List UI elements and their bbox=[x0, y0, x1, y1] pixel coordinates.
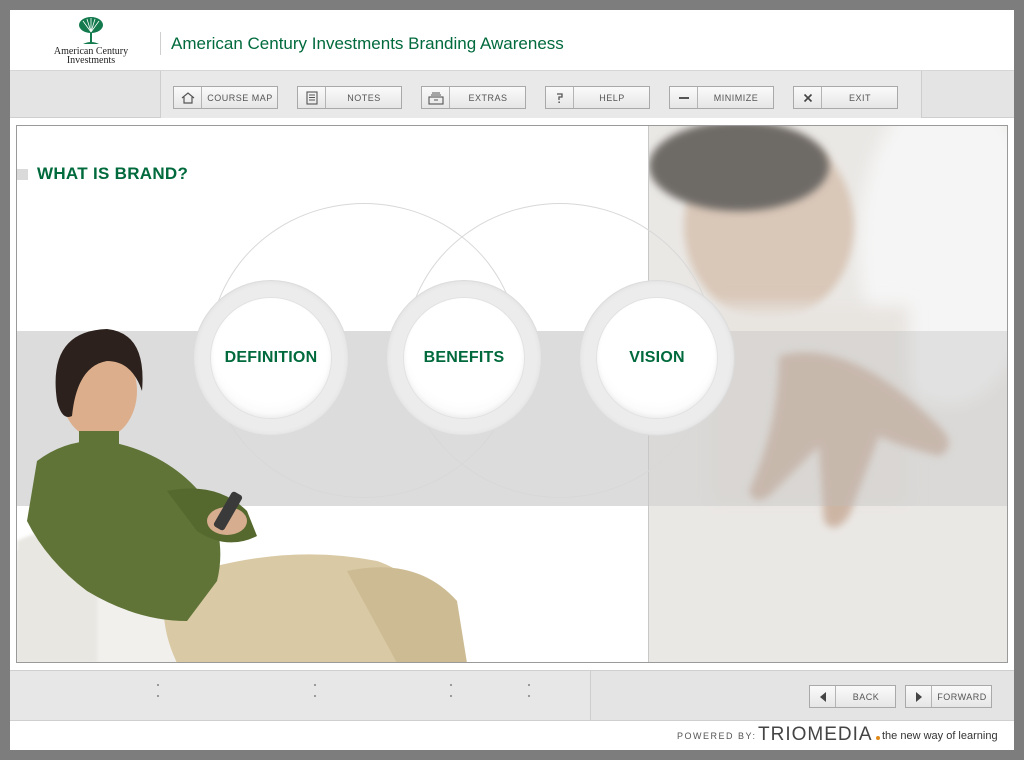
brand-dot bbox=[876, 736, 880, 740]
course-map-label: COURSE MAP bbox=[207, 93, 273, 103]
exit-label: EXIT bbox=[848, 93, 871, 103]
minimize-button[interactable]: MINIMIZE bbox=[669, 86, 774, 109]
minimize-label: MINIMIZE bbox=[713, 93, 759, 103]
definition-button[interactable]: DEFINITION bbox=[194, 281, 348, 435]
definition-label: DEFINITION bbox=[224, 349, 318, 366]
arrow-right-icon bbox=[906, 686, 932, 707]
vision-button-face: VISION bbox=[597, 298, 717, 418]
footer-nav: BACK FORWARD bbox=[10, 670, 1014, 721]
main-content: WHAT IS BRAND? DEFINITION BENEFITS VISIO… bbox=[16, 125, 1008, 663]
powered-by-label: POWERED BY: bbox=[677, 731, 757, 741]
benefits-button[interactable]: BENEFITS bbox=[387, 281, 541, 435]
toolbar: COURSE MAP NOTES EXTRAS HELP MINIMIZE EX… bbox=[10, 71, 1014, 118]
file-box-icon bbox=[422, 87, 450, 108]
header-divider bbox=[160, 32, 161, 55]
back-button[interactable]: BACK bbox=[809, 685, 896, 708]
extras-label: EXTRAS bbox=[468, 93, 508, 103]
home-icon bbox=[174, 87, 202, 108]
company-logo: American Century Investments bbox=[50, 16, 132, 70]
help-button[interactable]: HELP bbox=[545, 86, 650, 109]
triomedia-logo: TRIOMEDIA bbox=[758, 724, 873, 745]
help-label: HELP bbox=[599, 93, 625, 103]
definition-button-face: DEFINITION bbox=[211, 298, 331, 418]
vision-label: VISION bbox=[629, 349, 685, 366]
header: American Century Investments American Ce… bbox=[10, 10, 1014, 71]
close-icon bbox=[794, 87, 822, 108]
question-icon bbox=[546, 87, 574, 108]
arrow-left-icon bbox=[810, 686, 836, 707]
course-window: American Century Investments American Ce… bbox=[10, 10, 1014, 750]
footer-progress-area bbox=[10, 671, 591, 720]
progress-dot bbox=[314, 695, 316, 697]
tagline: the new way of learning bbox=[882, 730, 998, 742]
tree-logo-icon bbox=[79, 17, 103, 44]
forward-label: FORWARD bbox=[937, 692, 987, 702]
extras-button[interactable]: EXTRAS bbox=[421, 86, 526, 109]
progress-dot bbox=[450, 695, 452, 697]
back-label: BACK bbox=[852, 692, 880, 702]
page-heading: WHAT IS BRAND? bbox=[37, 164, 189, 183]
benefits-button-face: BENEFITS bbox=[404, 298, 524, 418]
notes-button[interactable]: NOTES bbox=[297, 86, 402, 109]
document-icon bbox=[298, 87, 326, 108]
benefits-label: BENEFITS bbox=[423, 349, 505, 366]
powered-by-bar: POWERED BY: TRIOMEDIA the new way of lea… bbox=[10, 722, 1014, 750]
progress-dot bbox=[314, 684, 316, 686]
progress-dot bbox=[157, 695, 159, 697]
course-map-button[interactable]: COURSE MAP bbox=[173, 86, 278, 109]
vision-button[interactable]: VISION bbox=[580, 281, 734, 435]
progress-dot bbox=[528, 684, 530, 686]
minus-icon bbox=[670, 87, 698, 108]
heading-marker bbox=[17, 169, 28, 180]
course-title: American Century Investments Branding Aw… bbox=[171, 34, 564, 53]
progress-dot bbox=[450, 684, 452, 686]
toolbar-button-area: COURSE MAP NOTES EXTRAS HELP MINIMIZE EX… bbox=[160, 71, 922, 118]
forward-button[interactable]: FORWARD bbox=[905, 685, 992, 708]
logo-text-line2: Investments bbox=[66, 55, 116, 66]
notes-label: NOTES bbox=[347, 93, 381, 103]
exit-button[interactable]: EXIT bbox=[793, 86, 898, 109]
progress-dot bbox=[528, 695, 530, 697]
progress-dot bbox=[157, 684, 159, 686]
